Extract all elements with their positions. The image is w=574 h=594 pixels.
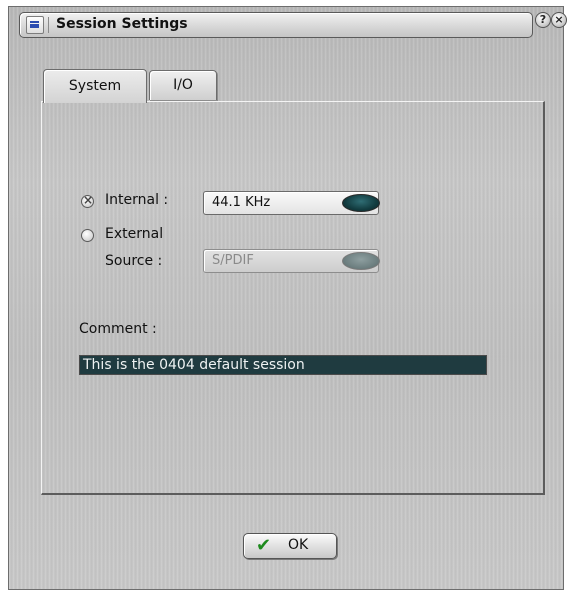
internal-sample-rate-value: 44.1 KHz [212, 195, 271, 210]
title-separator [48, 17, 49, 33]
comment-input[interactable]: This is the 0404 default session [79, 355, 487, 375]
system-tab-panel [41, 101, 545, 495]
close-button[interactable]: × [551, 12, 567, 28]
window-title: Session Settings [56, 16, 188, 32]
external-source-dropdown: S/PDIF [203, 249, 380, 273]
window-menu-button[interactable] [26, 16, 44, 34]
tab-system[interactable]: System [43, 69, 147, 103]
ok-button[interactable]: ✔ OK [243, 533, 337, 559]
dropdown-knob-icon [342, 194, 380, 212]
external-source-value: S/PDIF [212, 253, 254, 268]
ok-button-label: OK [288, 537, 309, 553]
internal-clock-label: Internal : [105, 192, 169, 208]
checkmark-icon: ✔ [256, 535, 272, 556]
menu-icon [30, 21, 39, 28]
dropdown-knob-icon [342, 252, 380, 270]
internal-sample-rate-dropdown[interactable]: 44.1 KHz [203, 191, 380, 215]
session-settings-window: Session Settings ? × System I/O Internal… [8, 6, 567, 590]
title-bar: Session Settings [19, 12, 533, 38]
external-label: External [105, 226, 164, 242]
external-source-label: Source : [105, 253, 163, 269]
external-source-radio[interactable] [81, 229, 94, 242]
help-button[interactable]: ? [535, 12, 551, 28]
tab-io[interactable]: I/O [149, 70, 217, 100]
internal-clock-radio[interactable] [81, 193, 94, 208]
comment-label: Comment : [79, 321, 157, 337]
